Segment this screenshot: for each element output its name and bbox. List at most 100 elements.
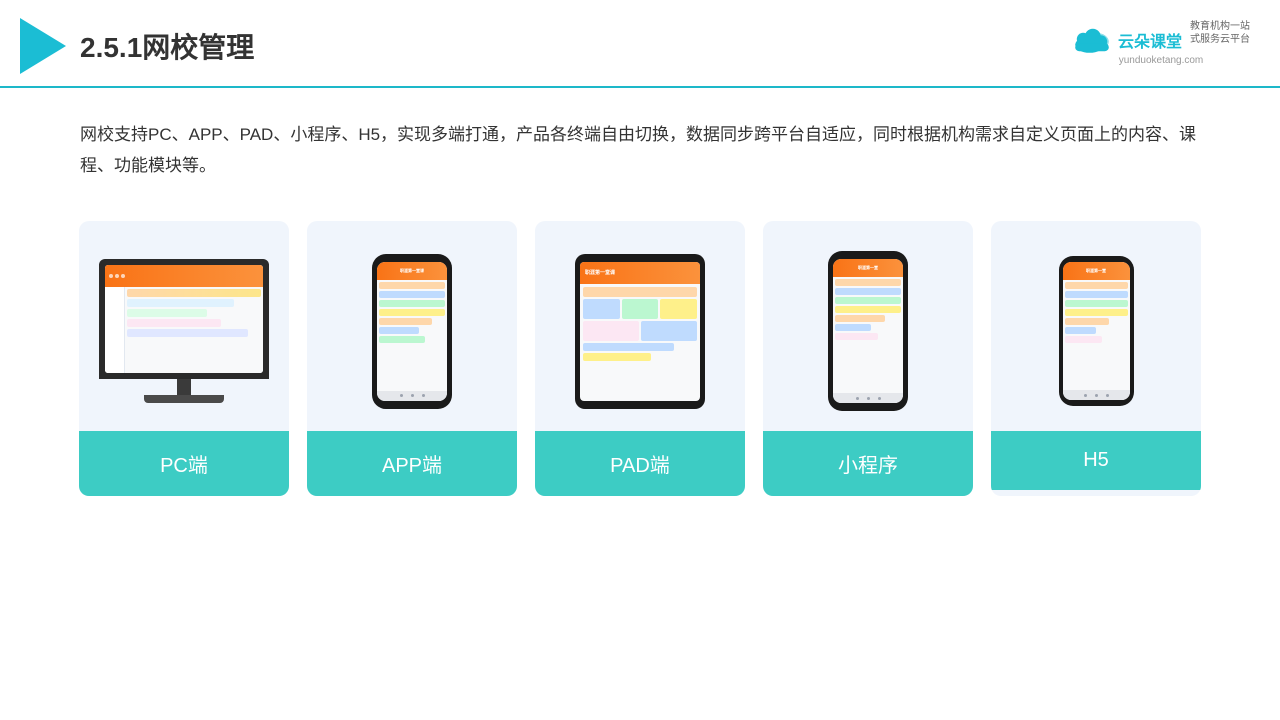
mini-nav-dot-2 <box>867 397 870 400</box>
phone-notch-h5 <box>1084 256 1108 261</box>
phone-row-1 <box>379 282 445 289</box>
mini-row-7 <box>835 333 878 340</box>
card-miniapp: 职涯第一堂 <box>763 221 973 496</box>
monitor-neck <box>177 379 191 395</box>
card-miniapp-label: 小程序 <box>763 431 973 496</box>
page-title: 2.5.1网校管理 <box>80 26 254 66</box>
nav-dot-2 <box>411 394 414 397</box>
mini-row-3 <box>835 297 901 304</box>
dot3 <box>121 274 125 278</box>
card-pc-label: PC端 <box>79 431 289 496</box>
card-h5: 职涯第一堂 <box>991 221 1201 496</box>
h5-row-6 <box>1065 327 1097 334</box>
tablet-cell-3 <box>660 299 697 319</box>
tablet-header-text: 职涯第一堂课 <box>585 269 615 276</box>
card-pc: PC端 <box>79 221 289 496</box>
mini-row-6 <box>835 324 871 331</box>
h5-row-1 <box>1065 282 1128 289</box>
dot2 <box>115 274 119 278</box>
monitor-row-4 <box>127 319 221 327</box>
nav-dot-3 <box>422 394 425 397</box>
h5-row-4 <box>1065 309 1128 316</box>
brand-url: yunduoketang.com <box>1119 55 1204 66</box>
card-app-image: 职涯第一堂课 <box>307 221 517 431</box>
tablet-cell-5 <box>641 321 697 341</box>
monitor-base <box>144 395 224 403</box>
phone-nav-h5 <box>1063 390 1130 400</box>
pc-monitor <box>99 259 269 403</box>
phone-notch-app <box>398 254 426 260</box>
monitor-sidebar <box>105 287 125 373</box>
card-h5-image: 职涯第一堂 <box>991 221 1201 431</box>
phone-screen-app: 职涯第一堂课 <box>377 262 447 401</box>
tablet-cell-4 <box>583 321 639 341</box>
monitor-screen <box>105 265 263 373</box>
tablet-multi-2 <box>583 321 697 341</box>
phone-nav-mini <box>833 393 903 403</box>
h5-nav-dot-1 <box>1084 394 1087 397</box>
phone-header-text-app: 职涯第一堂课 <box>400 268 424 274</box>
tablet-screen-header: 职涯第一堂课 <box>580 262 700 284</box>
h5-row-5 <box>1065 318 1109 325</box>
mini-row-4 <box>835 306 901 313</box>
phone-header-text-h5: 职涯第一堂 <box>1086 268 1106 274</box>
phone-screen-body-app <box>377 280 447 391</box>
tablet-screen-body <box>580 284 700 401</box>
phone-header-text-miniapp: 职涯第一堂 <box>858 265 878 271</box>
phone-screen-body-h5 <box>1063 280 1130 390</box>
mini-nav-dot-1 <box>856 397 859 400</box>
h5-row-7 <box>1065 336 1103 343</box>
mini-nav-dot-3 <box>878 397 881 400</box>
tablet-mockup: 职涯第一堂课 <box>575 254 705 409</box>
card-pc-image <box>79 221 289 431</box>
brand-slogan: 教育机构一站式服务云平台 <box>1190 20 1250 46</box>
card-app-label: APP端 <box>307 431 517 496</box>
phone-screen-header-h5: 职涯第一堂 <box>1063 262 1130 280</box>
phone-row-4 <box>379 309 445 316</box>
phone-row-5 <box>379 318 432 325</box>
phone-mockup-app: 职涯第一堂课 <box>372 254 452 409</box>
phone-screen-header-app: 职涯第一堂课 <box>377 262 447 280</box>
tablet-screen: 职涯第一堂课 <box>580 262 700 401</box>
monitor-row-2 <box>127 299 234 307</box>
card-h5-label: H5 <box>991 431 1201 490</box>
card-app: 职涯第一堂课 <box>307 221 517 496</box>
tablet-multi-1 <box>583 299 697 319</box>
phone-screen-body-miniapp <box>833 277 903 393</box>
monitor-row-1 <box>127 289 261 297</box>
phone-screen-header-miniapp: 职涯第一堂 <box>833 259 903 277</box>
tablet-cell-2 <box>622 299 659 319</box>
mini-row-2 <box>835 288 901 295</box>
h5-row-2 <box>1065 291 1128 298</box>
brand-name: 云朵课堂 <box>1118 28 1182 52</box>
brand-logo: 云朵课堂 教育机构一站式服务云平台 yunduoketang.com <box>1072 26 1250 66</box>
h5-nav-dot-2 <box>1095 394 1098 397</box>
header-left: 2.5.1网校管理 <box>20 18 254 74</box>
monitor-screen-body <box>105 287 263 373</box>
monitor-main <box>125 287 263 373</box>
monitor-body <box>99 259 269 379</box>
phone-mockup-h5: 职涯第一堂 <box>1059 256 1134 406</box>
phone-nav-app <box>377 391 447 401</box>
monitor-screen-header <box>105 265 263 287</box>
h5-row-3 <box>1065 300 1128 307</box>
card-miniapp-image: 职涯第一堂 <box>763 221 973 431</box>
card-pad-image: 职涯第一堂课 <box>535 221 745 431</box>
dot1 <box>109 274 113 278</box>
mini-row-1 <box>835 279 901 286</box>
card-pad: 职涯第一堂课 <box>535 221 745 496</box>
cards-container: PC端 职涯第一堂课 <box>0 201 1280 526</box>
monitor-row-3 <box>127 309 207 317</box>
monitor-screen-inner <box>105 265 263 373</box>
phone-mockup-miniapp: 职涯第一堂 <box>828 251 908 411</box>
phone-screen-h5: 职涯第一堂 <box>1063 262 1130 400</box>
cloud-icon <box>1072 26 1112 54</box>
phone-row-3 <box>379 300 445 307</box>
phone-screen-miniapp: 职涯第一堂 <box>833 259 903 403</box>
tablet-cell-1 <box>583 299 620 319</box>
description-text: 网校支持PC、APP、PAD、小程序、H5，实现多端打通，产品各终端自由切换，数… <box>0 88 1280 201</box>
tablet-row-3 <box>583 353 651 361</box>
h5-nav-dot-3 <box>1106 394 1109 397</box>
header: 2.5.1网校管理 云朵课堂 教育机构一站式服务云平台 yunduoketang… <box>0 0 1280 88</box>
brand-logo-top: 云朵课堂 教育机构一站式服务云平台 <box>1072 26 1250 54</box>
